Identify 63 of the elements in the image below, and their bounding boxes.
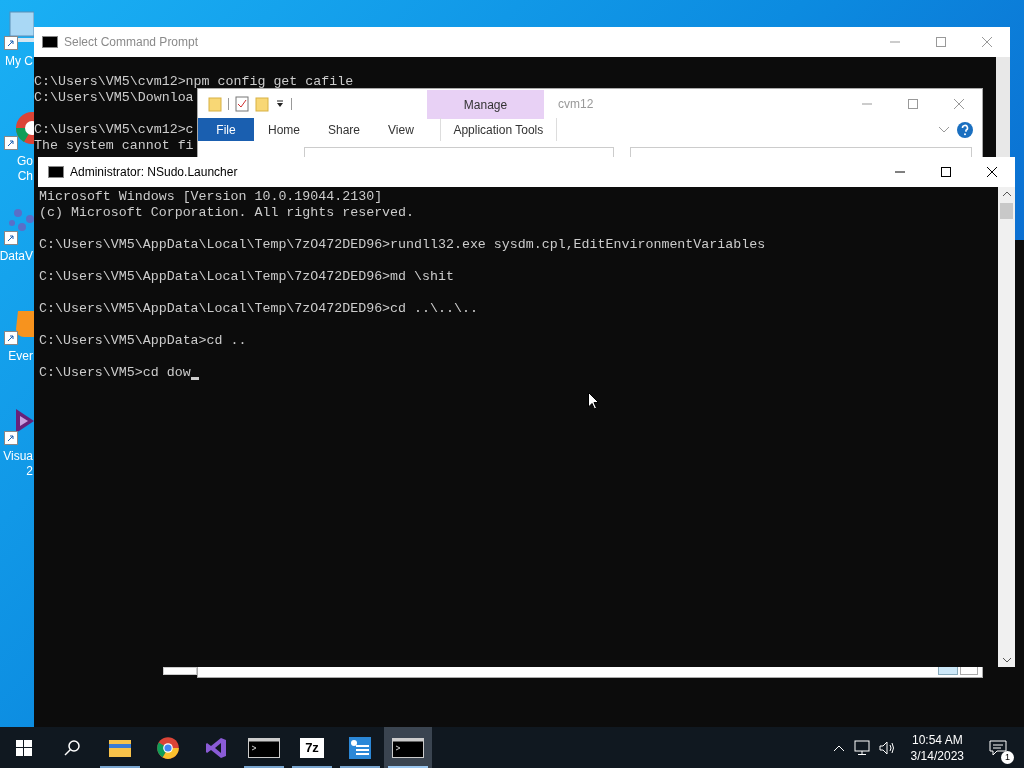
console-line: C:\Users\VM5\AppData\Local\Temp\7zO472DED96>md \shit xyxy=(39,269,454,285)
chrome-icon xyxy=(156,735,180,760)
volume-icon[interactable] xyxy=(878,739,897,756)
minimize-icon xyxy=(890,41,900,43)
close-icon xyxy=(954,98,964,109)
minimize-icon xyxy=(895,171,905,173)
clock-date: 3/14/2023 xyxy=(910,747,964,764)
window-title: Select Command Prompt xyxy=(64,34,200,51)
console-line: Microsoft Windows [Version 10.0.19044.2130] xyxy=(39,189,383,205)
visual-studio-icon xyxy=(204,735,228,760)
help-icon[interactable] xyxy=(956,120,974,139)
scroll-down-icon[interactable] xyxy=(1001,657,1012,663)
console-line: C:\Users\VM5\AppData>cd .. xyxy=(39,333,247,349)
maximize-icon xyxy=(908,98,918,109)
console-icon xyxy=(42,36,58,48)
file-tab[interactable]: File xyxy=(198,118,254,141)
dropdown-icon[interactable] xyxy=(275,98,285,109)
ribbon-tab[interactable]: Home xyxy=(254,118,314,141)
settings-window-icon xyxy=(348,735,372,760)
console-line: (c) Microsoft Corporation. All rights reserved. xyxy=(39,205,415,221)
console-icon xyxy=(48,166,64,178)
console-icon xyxy=(392,737,424,758)
mouse-pointer-icon xyxy=(588,392,599,410)
clock-time: 10:54 AM xyxy=(911,731,963,748)
console-line: C:\Users\VM5>cd dow xyxy=(39,365,191,381)
computer-icon[interactable] xyxy=(4,10,34,50)
window-title: cvm12 xyxy=(558,95,595,113)
window-title: Administrator: NSudo.Launcher xyxy=(70,164,239,181)
scroll-up-icon[interactable] xyxy=(1001,191,1012,197)
chevron-down-icon[interactable] xyxy=(938,125,950,134)
action-center-button[interactable]: 1 xyxy=(978,727,1018,768)
minimize-icon xyxy=(862,102,872,105)
scrollbar[interactable] xyxy=(998,187,1015,667)
taskbar-app-button[interactable] xyxy=(384,727,432,768)
seven-zip-icon: 7z xyxy=(300,737,324,758)
context-ribbon-tab[interactable]: Application Tools xyxy=(439,118,557,141)
text-cursor xyxy=(190,377,199,380)
search-icon xyxy=(64,739,80,756)
network-icon[interactable] xyxy=(852,739,871,756)
scrollbar[interactable] xyxy=(996,57,1010,157)
taskbar-app-button[interactable]: 7z xyxy=(288,727,336,768)
console-line: C:\Users\VM5\AppData\Local\Temp\7zO472DED96>cd ..\..\.. xyxy=(39,301,478,317)
ribbon-tab[interactable]: View xyxy=(374,118,428,141)
console-line: C:\Users\VM5\Downloa xyxy=(34,90,194,106)
maximize-icon xyxy=(941,167,951,177)
close-icon xyxy=(987,167,997,177)
console-line: C:\Users\VM5\cvm12>npm config get cafile xyxy=(34,74,354,90)
chevron-up-icon[interactable] xyxy=(832,743,845,752)
close-icon xyxy=(982,37,992,47)
context-tab-header: Manage xyxy=(427,90,544,119)
scroll-thumb[interactable] xyxy=(1000,203,1013,219)
clock[interactable]: 10:54 AM 3/14/2023 xyxy=(904,731,970,764)
maximize-icon xyxy=(936,37,946,47)
console-line: C:\Users\VM5\cvm12>c xyxy=(34,122,194,138)
windows-logo-icon xyxy=(16,739,32,756)
console-icon xyxy=(248,737,280,758)
folder-icon xyxy=(108,737,132,758)
notification-icon xyxy=(989,739,1007,756)
console-line: C:\Users\VM5\AppData\Local\Temp\7zO472DED96>rundll32.exe sysdm.cpl,EditEnvironmentVariables xyxy=(39,237,766,253)
ribbon-tab[interactable]: Share xyxy=(314,118,375,141)
notification-badge: 1 xyxy=(1001,751,1014,764)
properties-icon[interactable] xyxy=(235,95,249,112)
console-line: The system cannot fi xyxy=(34,138,194,154)
